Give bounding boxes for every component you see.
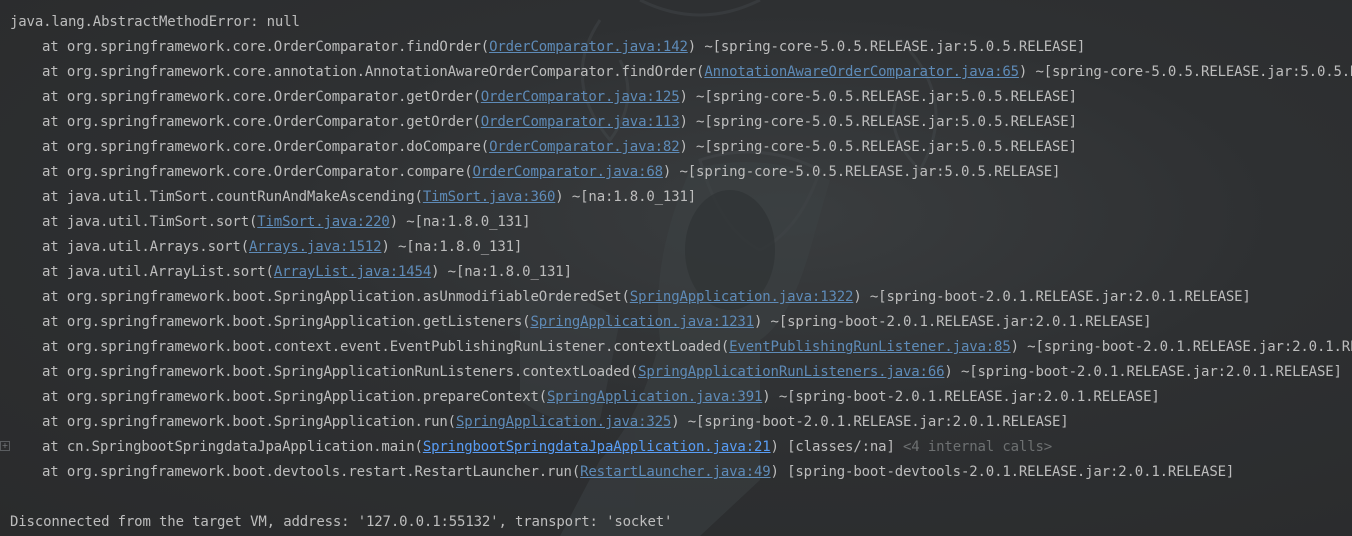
stack-frame: at org.springframework.core.OrderCompara… [42,137,1077,157]
source-link[interactable]: OrderComparator.java:113 [481,114,680,130]
frame-method: at java.util.ArrayList.sort( [42,264,274,280]
stack-frame: at org.springframework.core.annotation.A… [42,62,1352,82]
source-link[interactable]: RestartLauncher.java:49 [580,464,771,480]
console-output: java.lang.AbstractMethodError: null at o… [0,0,1352,536]
expand-fold-icon[interactable]: + [0,441,10,451]
source-link[interactable]: OrderComparator.java:125 [481,89,680,105]
frame-method: at java.util.TimSort.countRunAndMakeAsce… [42,189,423,205]
frame-jar: ) ~[na:1.8.0_131] [555,189,697,205]
source-link[interactable]: OrderComparator.java:82 [489,139,680,155]
frame-jar: ) ~[spring-core-5.0.5.RELEASE.jar:5.0.5.… [679,139,1077,155]
internal-calls-toggle[interactable]: <4 internal calls> [903,439,1052,455]
frame-method: at org.springframework.boot.SpringApplic… [42,289,630,305]
stack-frame: at java.util.TimSort.countRunAndMakeAsce… [42,187,696,207]
frame-jar: ) ~[spring-core-5.0.5.RELEASE.jar:5.0.5.… [679,89,1077,105]
stack-frame: at org.springframework.boot.SpringApplic… [42,387,1160,407]
source-link[interactable]: SpringApplicationRunListeners.java:66 [638,364,944,380]
frame-method: at org.springframework.boot.SpringApplic… [42,389,548,405]
stack-frame: at org.springframework.boot.SpringApplic… [42,362,1342,382]
frame-jar: ) ~[spring-boot-2.0.1.RELEASE.jar:2.0.1.… [853,289,1251,305]
stack-frame: at org.springframework.boot.SpringApplic… [42,312,1152,332]
stack-frame: at java.util.ArrayList.sort(ArrayList.ja… [42,262,572,282]
source-link[interactable]: Arrays.java:1512 [249,239,382,255]
frame-method: at org.springframework.core.OrderCompara… [42,164,473,180]
source-link[interactable]: SpringApplication.java:325 [456,414,671,430]
stack-frame: at org.springframework.core.OrderCompara… [42,162,1060,182]
source-link[interactable]: SpringApplication.java:1322 [630,289,854,305]
frame-method: at org.springframework.boot.SpringApplic… [42,364,639,380]
frame-method: at org.springframework.boot.devtools.res… [42,464,581,480]
stack-frame: at org.springframework.boot.SpringApplic… [42,412,1069,432]
frame-method: at org.springframework.core.annotation.A… [42,64,705,80]
stack-frame: at org.springframework.boot.devtools.res… [42,462,1234,482]
frame-jar: ) ~[spring-boot-2.0.1.RELEASE.jar:2.0.1.… [1010,339,1352,355]
frame-jar: ) ~[spring-boot-2.0.1.RELEASE.jar:2.0.1.… [944,364,1342,380]
stack-frame: at org.springframework.core.OrderCompara… [42,37,1085,57]
frame-method: at org.springframework.boot.SpringApplic… [42,414,456,430]
disconnect-message: Disconnected from the target VM, address… [10,514,673,530]
stack-frame: at cn.SpringbootSpringdataJpaApplication… [42,437,1052,457]
source-link[interactable]: OrderComparator.java:68 [473,164,664,180]
source-link[interactable]: OrderComparator.java:142 [489,39,688,55]
frame-jar: ) ~[spring-core-5.0.5.RELEASE.jar:5.0.5.… [662,164,1061,180]
frame-jar: ) [classes/:na] [770,439,904,455]
stack-frame: at org.springframework.boot.SpringApplic… [42,287,1251,307]
frame-method: at org.springframework.core.OrderCompara… [42,139,490,155]
source-link[interactable]: SpringbootSpringdataJpaApplication.java:… [423,439,771,455]
stack-frame: at java.util.Arrays.sort(Arrays.java:151… [42,237,522,257]
stack-frame: at java.util.TimSort.sort(TimSort.java:2… [42,212,531,232]
source-link[interactable]: EventPublishingRunListener.java:85 [729,339,1011,355]
frame-jar: ) ~[spring-boot-2.0.1.RELEASE.jar:2.0.1.… [671,414,1069,430]
source-link[interactable]: ArrayList.java:1454 [274,264,431,280]
frame-jar: ) [spring-boot-devtools-2.0.1.RELEASE.ja… [770,464,1235,480]
stack-frame: at org.springframework.boot.context.even… [42,337,1352,357]
frame-jar: ) ~[na:1.8.0_131] [381,239,523,255]
frame-jar: ) ~[na:1.8.0_131] [389,214,531,230]
frame-method: at org.springframework.boot.SpringApplic… [42,314,531,330]
frame-method: at java.util.TimSort.sort( [42,214,258,230]
frame-jar: ) ~[spring-core-5.0.5.RELEASE.jar:5.0.5.… [687,39,1086,55]
frame-jar: ) ~[spring-core-5.0.5.RELEASE.jar:5.0.5.… [1018,64,1352,80]
frame-jar: ) ~[spring-boot-2.0.1.RELEASE.jar:2.0.1.… [753,314,1152,330]
source-link[interactable]: AnnotationAwareOrderComparator.java:65 [704,64,1019,80]
frame-method: at cn.SpringbootSpringdataJpaApplication… [42,439,423,455]
source-link[interactable]: TimSort.java:220 [257,214,390,230]
frame-jar: ) ~[spring-boot-2.0.1.RELEASE.jar:2.0.1.… [762,389,1160,405]
source-link[interactable]: TimSort.java:360 [423,189,556,205]
frame-jar: ) ~[spring-core-5.0.5.RELEASE.jar:5.0.5.… [679,114,1077,130]
frame-jar: ) ~[na:1.8.0_131] [431,264,572,280]
frame-method: at java.util.Arrays.sort( [42,239,249,255]
exception-header: java.lang.AbstractMethodError: null [10,14,300,30]
frame-method: at org.springframework.core.OrderCompara… [42,114,481,130]
frame-method: at org.springframework.core.OrderCompara… [42,39,490,55]
source-link[interactable]: SpringApplication.java:1231 [530,314,754,330]
frame-method: at org.springframework.core.OrderCompara… [42,89,481,105]
source-link[interactable]: SpringApplication.java:391 [547,389,762,405]
stack-frame: at org.springframework.core.OrderCompara… [42,87,1077,107]
frame-method: at org.springframework.boot.context.even… [42,339,730,355]
stack-frame: at org.springframework.core.OrderCompara… [42,112,1077,132]
